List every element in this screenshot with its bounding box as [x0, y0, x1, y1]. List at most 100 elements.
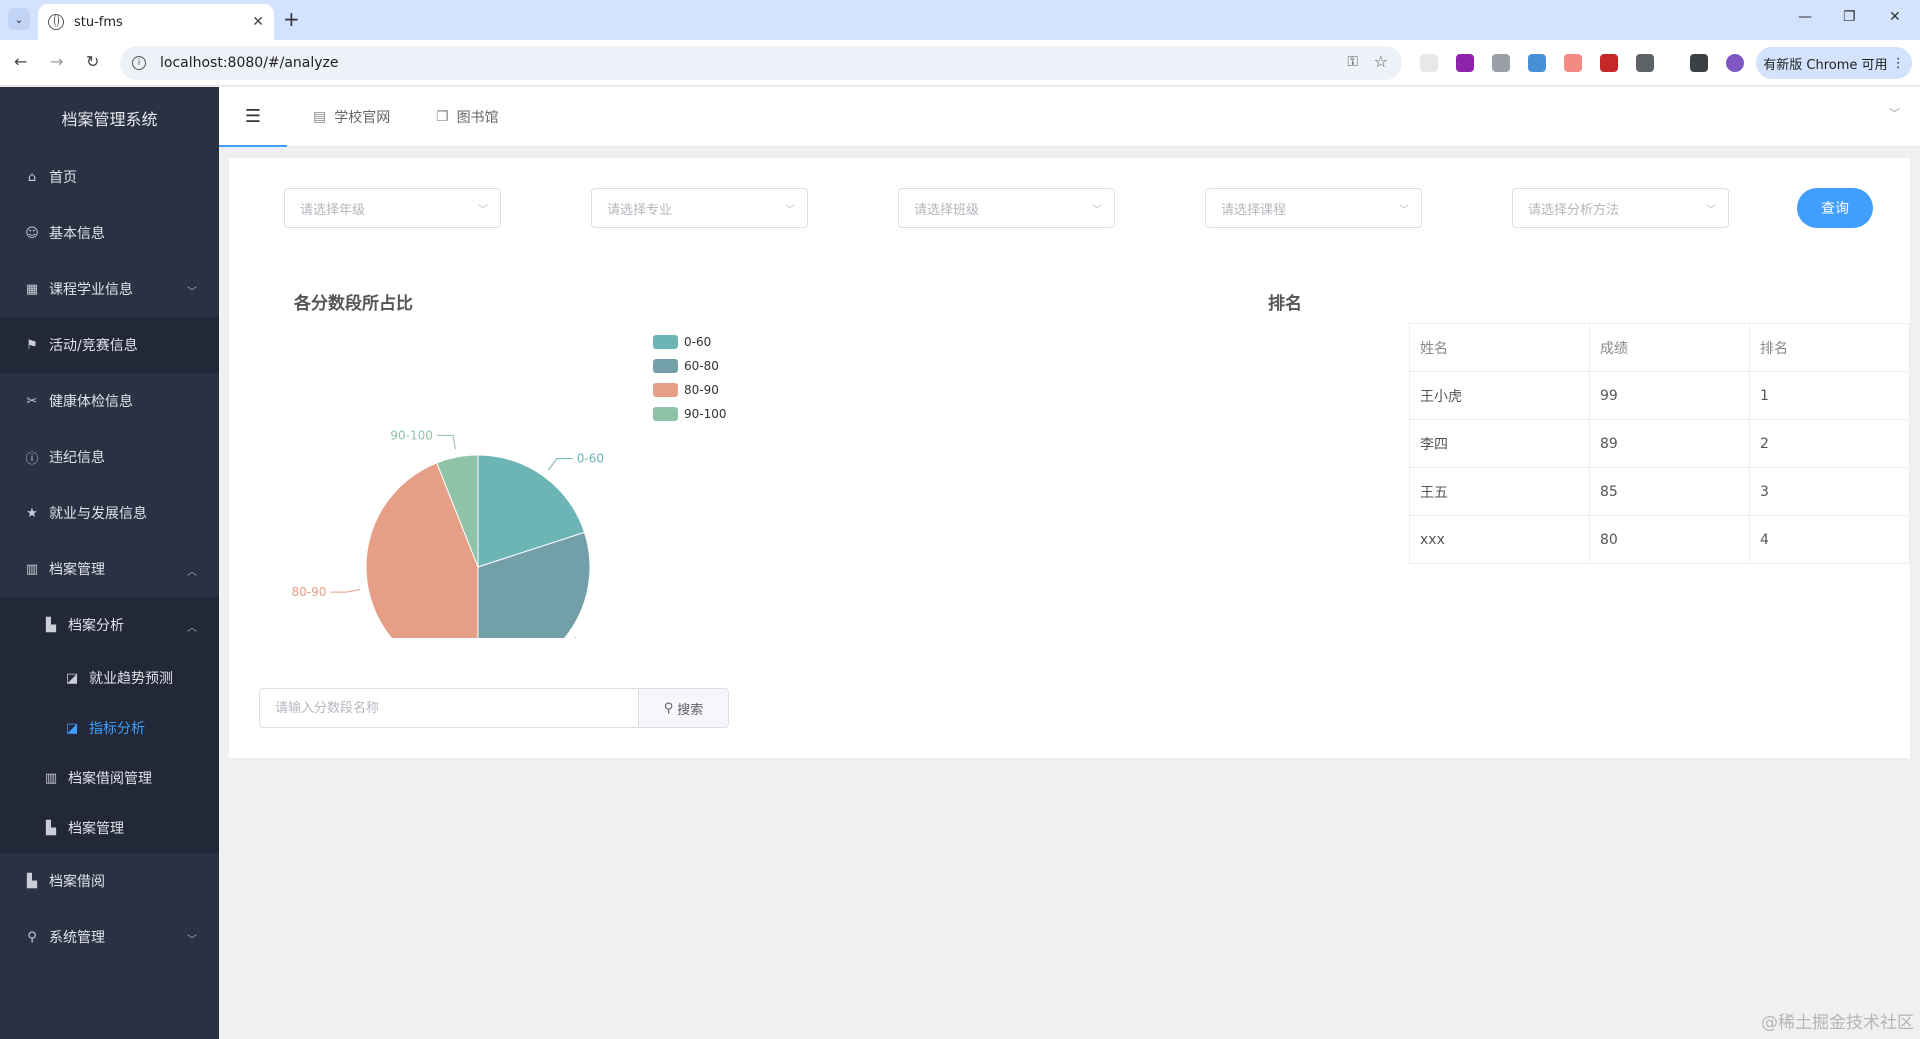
grid-icon: ▦	[25, 281, 39, 297]
close-window-icon[interactable]: ✕	[1889, 9, 1901, 25]
side-panel-icon[interactable]	[1690, 54, 1708, 72]
cell-rank: 1	[1749, 371, 1910, 420]
browser-toolbar: ← → ↻ i localhost:8080/#/analyze ⚿ ☆ 有新版…	[0, 40, 1920, 86]
method-select[interactable]: 请选择分析方法 ﹀	[1512, 188, 1729, 228]
back-icon[interactable]: ←	[14, 52, 27, 71]
chevron-down-icon: ﹀	[1706, 205, 1716, 216]
sidebar-item-employment-trend[interactable]: ◪ 就业趋势预测	[0, 653, 219, 703]
header-link-label: 图书馆	[456, 110, 499, 126]
sidebar-item-archive-analysis[interactable]: ▙ 档案分析 ︿	[0, 597, 219, 653]
sidebar-item-archive-borrow[interactable]: ▙ 档案借阅	[0, 853, 219, 909]
site-info-icon[interactable]: i	[132, 56, 146, 70]
extension-layers-icon[interactable]	[1528, 54, 1546, 72]
browser-tab[interactable]: stu-fms ✕	[38, 4, 274, 40]
pie-label-line	[548, 458, 573, 471]
chevron-down-icon: ﹀	[478, 205, 488, 216]
sidebar-item-employment-info[interactable]: ★ 就业与发展信息	[0, 485, 219, 541]
pie-label-line	[436, 434, 457, 450]
analysis-icon: ▙	[46, 617, 56, 633]
query-button[interactable]: 查询	[1797, 188, 1873, 228]
course-select[interactable]: 请选择课程 ﹀	[1205, 188, 1422, 228]
legend-item[interactable]: 80-90	[653, 378, 727, 402]
reload-icon[interactable]: ↻	[86, 52, 99, 71]
restore-icon[interactable]: ❐	[1843, 9, 1856, 25]
sidebar-item-discipline-info[interactable]: ⓘ 违纪信息	[0, 429, 219, 485]
legend-item[interactable]: 0-60	[653, 330, 727, 354]
sidebar-item-archive-folder[interactable]: ▙ 档案管理	[0, 803, 219, 853]
key-icon[interactable]: ⚿	[1347, 54, 1358, 70]
flag-icon: ⚑	[26, 337, 38, 353]
class-select[interactable]: 请选择班级 ﹀	[898, 188, 1115, 228]
sidebar-item-indicator-analysis[interactable]: ◪ 指标分析	[0, 703, 219, 753]
close-tab-icon[interactable]: ✕	[252, 14, 264, 30]
cell-name: 李四	[1409, 419, 1590, 468]
chevron-down-icon[interactable]: ﹀	[1889, 105, 1900, 121]
chevron-down-icon: ﹀	[1399, 205, 1409, 216]
extension-rp-icon[interactable]	[1456, 54, 1474, 72]
extension-tree-icon[interactable]	[1564, 54, 1582, 72]
cell-rank: 4	[1749, 515, 1910, 564]
legend-swatch	[653, 359, 678, 373]
chrome-update-button[interactable]: 有新版 Chrome 可用 ⋮	[1756, 47, 1912, 79]
sidebar-item-borrow-management[interactable]: ▥ 档案借阅管理	[0, 753, 219, 803]
pie-label-line	[330, 588, 361, 593]
table-row: xxx 80 4	[1409, 515, 1910, 564]
legend-label: 90-100	[684, 407, 727, 421]
select-placeholder: 请选择班级	[914, 202, 980, 218]
bookmark-star-icon[interactable]: ☆	[1374, 52, 1388, 71]
sidebar-brand: 档案管理系统	[61, 110, 158, 129]
extension-cursor-icon[interactable]	[1420, 54, 1438, 72]
extensions-puzzle-icon[interactable]	[1636, 54, 1654, 72]
minimize-icon[interactable]: —	[1798, 9, 1812, 25]
sidebar-item-system-management[interactable]: ⚲ 系统管理 ﹀	[0, 909, 219, 965]
grade-select[interactable]: 请选择年级 ﹀	[284, 188, 501, 228]
legend-item[interactable]: 90-100	[653, 402, 727, 426]
building-icon: ▤	[313, 109, 327, 125]
pie-slice-label: 80-90	[291, 585, 326, 599]
sidebar-item-label: 违纪信息	[49, 450, 105, 466]
forward-icon[interactable]: →	[50, 52, 63, 71]
new-tab-icon[interactable]: +	[283, 8, 300, 30]
search-icon: ⚲	[663, 700, 674, 716]
sidebar-item-label: 档案借阅	[49, 874, 105, 890]
legend-item[interactable]: 60-80	[653, 354, 727, 378]
cell-score: 85	[1589, 467, 1750, 516]
header-link-school-site[interactable]: ▤ 学校官网	[313, 87, 390, 147]
sidebar-item-basic-info[interactable]: ☺ 基本信息	[0, 205, 219, 261]
score-range-search-input[interactable]	[259, 688, 639, 728]
sidebar-item-label: 就业与发展信息	[49, 506, 147, 522]
major-select[interactable]: 请选择专业 ﹀	[591, 188, 808, 228]
cell-rank: 2	[1749, 419, 1910, 468]
legend-swatch	[653, 335, 678, 349]
sidebar-item-health-info[interactable]: ✂ 健康体检信息	[0, 373, 219, 429]
pie-legend: 0-60 60-80 80-90 90-100	[653, 330, 727, 426]
analysis-card: 请选择年级 ﹀ 请选择专业 ﹀ 请选择班级 ﹀ 请选择课程 ﹀ 请选择分析方法 …	[229, 158, 1910, 758]
search-button[interactable]: ⚲ 搜索	[639, 688, 729, 728]
extension-grid-icon[interactable]	[1492, 54, 1510, 72]
chevron-down-icon: ﹀	[187, 935, 197, 946]
cell-score: 80	[1589, 515, 1750, 564]
sidebar-item-label: 档案管理	[68, 821, 124, 837]
sidebar-item-label: 档案分析	[68, 618, 124, 634]
address-bar[interactable]: i localhost:8080/#/analyze ⚿ ☆	[120, 46, 1402, 80]
folder-icon: ▙	[46, 820, 56, 836]
legend-swatch	[653, 407, 678, 421]
sidebar-item-activity-info[interactable]: ⚑ 活动/竞赛信息	[0, 317, 219, 373]
sidebar-item-home[interactable]: ⌂ 首页	[0, 149, 219, 205]
home-icon: ⌂	[27, 169, 37, 185]
cell-name: 王小虎	[1409, 371, 1590, 420]
search-button-label: 搜索	[677, 702, 704, 718]
select-placeholder: 请选择年级	[300, 202, 366, 218]
header-link-library[interactable]: ❐ 图书馆	[436, 87, 499, 147]
table-row: 李四 89 2	[1409, 419, 1910, 468]
tab-search-icon[interactable]: ⌄	[8, 8, 30, 30]
sidebar-item-archive-management[interactable]: ▥ 档案管理 ︿	[0, 541, 219, 597]
profile-avatar[interactable]	[1726, 54, 1744, 72]
archive-icon: ▥	[25, 561, 39, 577]
extension-ublock-icon[interactable]	[1600, 54, 1618, 72]
menu-toggle-icon[interactable]: ☰	[219, 87, 287, 147]
sidebar-item-course-info[interactable]: ▦ 课程学业信息 ﹀	[0, 261, 219, 317]
cell-name: 王五	[1409, 467, 1590, 516]
info-icon: ⓘ	[25, 451, 39, 467]
borrow-icon: ▙	[27, 873, 37, 889]
